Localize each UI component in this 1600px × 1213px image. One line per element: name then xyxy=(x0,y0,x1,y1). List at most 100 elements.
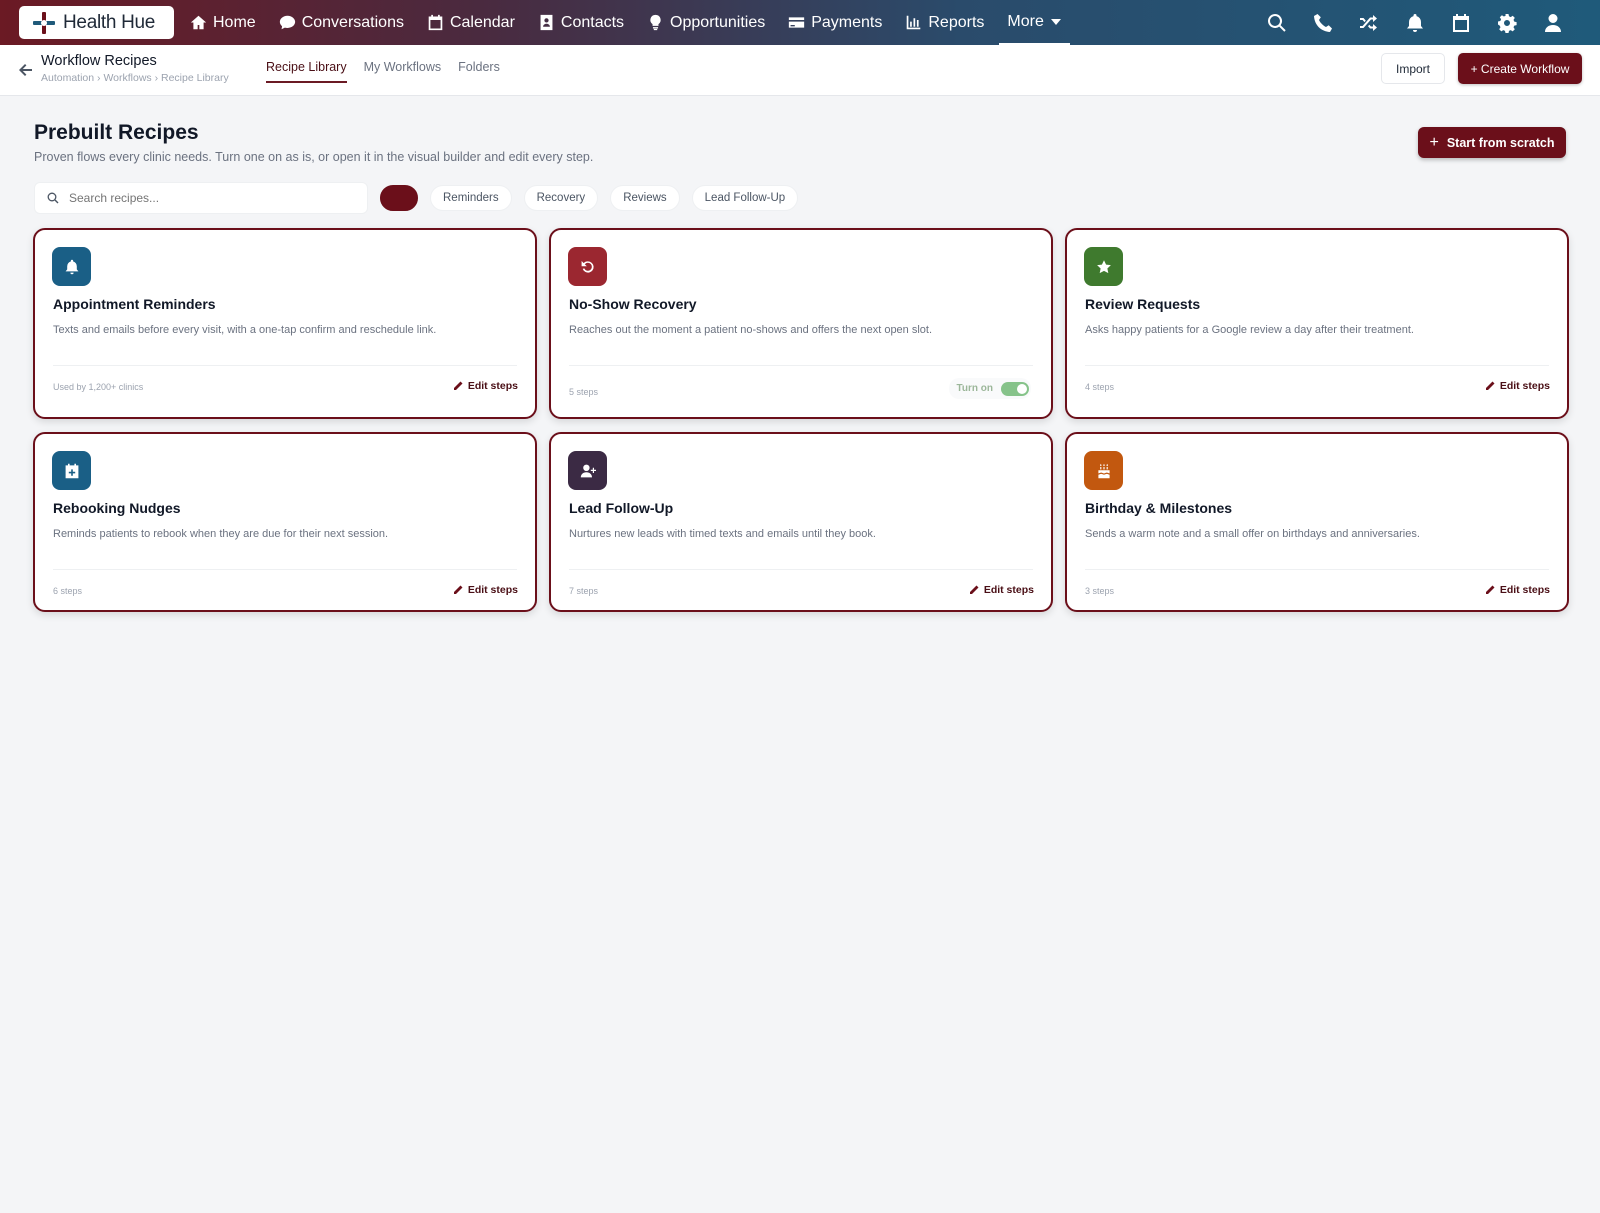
nav-label: Home xyxy=(213,13,256,31)
turn-on-label: Turn on xyxy=(956,383,993,394)
nav-label: Calendar xyxy=(449,13,515,31)
user-plus-icon xyxy=(580,464,596,477)
nav-item-opportunities[interactable]: Opportunities xyxy=(647,0,765,45)
card-divider xyxy=(1085,569,1549,570)
edit-steps-label: Edit steps xyxy=(1499,584,1550,596)
edit-steps-button[interactable]: Edit steps xyxy=(1485,380,1550,392)
import-button[interactable]: Import xyxy=(1381,53,1445,84)
gear-icon xyxy=(1498,13,1517,33)
tab-recipe-library[interactable]: Recipe Library xyxy=(266,45,347,83)
recipe-card[interactable]: Review Requests Asks happy patients for … xyxy=(1065,228,1569,419)
edit-steps-label: Edit steps xyxy=(467,584,518,596)
card-divider xyxy=(569,569,1033,570)
edit-steps-button[interactable]: Edit steps xyxy=(1485,584,1550,596)
user-icon xyxy=(1545,13,1561,32)
edit-steps-button[interactable]: Edit steps xyxy=(453,380,518,392)
pencil-icon xyxy=(1485,585,1495,594)
nav-item-calendar[interactable]: Calendar xyxy=(427,0,515,45)
recipe-description: Texts and emails before every visit, wit… xyxy=(53,324,437,336)
breadcrumb[interactable]: Automation › Workflows › Recipe Library xyxy=(41,72,229,84)
recipe-meta: 7 steps xyxy=(569,586,599,596)
start-from-scratch-label: Start from scratch xyxy=(1446,135,1555,150)
recipe-card[interactable]: Birthday & Milestones Sends a warm note … xyxy=(1065,432,1569,612)
recipe-title: Lead Follow-Up xyxy=(569,500,674,516)
page-header-title: Workflow Recipes xyxy=(41,53,157,69)
shuffle-icon xyxy=(1360,14,1377,31)
recipe-title: Review Requests xyxy=(1085,296,1201,312)
nav-label: More xyxy=(1007,12,1044,30)
home-icon xyxy=(190,15,207,30)
nav-item-payments[interactable]: Payments xyxy=(788,0,882,45)
nav-profile-button[interactable] xyxy=(1530,13,1576,33)
logo-icon xyxy=(33,11,55,34)
filter-chip-lead-follow-up[interactable]: Lead Follow-Up xyxy=(691,185,799,211)
back-arrow-icon[interactable] xyxy=(17,61,35,79)
tab-folders[interactable]: Folders xyxy=(458,45,500,83)
recipe-icon-tile xyxy=(1084,451,1123,490)
nav-more-menu[interactable]: More xyxy=(999,0,1070,45)
credit-card-icon xyxy=(789,17,805,28)
filter-chips: Reminders Recovery Reviews Lead Follow-U… xyxy=(380,185,810,211)
nav-notifications-button[interactable] xyxy=(1392,13,1438,33)
nav-label: Contacts xyxy=(560,13,625,31)
cake-icon xyxy=(1097,463,1110,478)
top-nav: Health Hue Home Conversations Calendar C… xyxy=(0,0,1600,45)
recipe-title: Rebooking Nudges xyxy=(53,500,181,516)
search-icon xyxy=(47,192,59,204)
edit-steps-label: Edit steps xyxy=(1499,380,1550,392)
filter-chip-recovery[interactable]: Recovery xyxy=(523,185,599,211)
recipe-icon-tile xyxy=(1084,247,1123,286)
filter-chip-reminders[interactable]: Reminders xyxy=(430,185,512,211)
pencil-icon xyxy=(453,585,463,594)
nav-item-home[interactable]: Home xyxy=(190,0,256,45)
calendar-icon xyxy=(428,14,443,31)
filter-chip-reviews[interactable]: Reviews xyxy=(610,185,680,211)
edit-steps-button[interactable]: Edit steps xyxy=(969,584,1034,596)
nav-phone-button[interactable] xyxy=(1300,13,1346,33)
nav-label: Payments xyxy=(811,13,883,31)
recipe-icon-tile xyxy=(568,451,607,490)
nav-settings-button[interactable] xyxy=(1484,13,1530,33)
recipe-meta: 6 steps xyxy=(53,586,83,596)
recipe-description: Reaches out the moment a patient no-show… xyxy=(569,324,933,336)
nav-label: Opportunities xyxy=(670,13,766,31)
page-subtitle: Proven flows every clinic needs. Turn on… xyxy=(34,150,594,164)
star-icon xyxy=(1096,259,1111,273)
recipe-title: No-Show Recovery xyxy=(569,296,697,312)
recipe-meta: Used by 1,200+ clinics xyxy=(53,382,144,392)
nav-item-contacts[interactable]: Contacts xyxy=(538,0,624,45)
nav-item-conversations[interactable]: Conversations xyxy=(279,0,404,45)
nav-shuffle-button[interactable] xyxy=(1346,13,1392,33)
recipe-icon-tile xyxy=(52,247,91,286)
search-input[interactable] xyxy=(69,191,349,205)
toggle-switch[interactable] xyxy=(1001,381,1029,396)
app-logo[interactable]: Health Hue xyxy=(19,6,174,39)
recipe-icon-tile xyxy=(568,247,607,286)
nav-calendar-button[interactable] xyxy=(1438,13,1484,33)
tab-my-workflows[interactable]: My Workflows xyxy=(364,45,442,83)
nav-search-button[interactable] xyxy=(1254,13,1300,33)
bell-icon xyxy=(65,259,78,274)
recipe-card[interactable]: Rebooking Nudges Reminds patients to reb… xyxy=(33,432,537,612)
recipe-card[interactable]: Lead Follow-Up Nurtures new leads with t… xyxy=(549,432,1053,612)
recipe-card[interactable]: No-Show Recovery Reaches out the moment … xyxy=(549,228,1053,419)
edit-steps-button[interactable]: Edit steps xyxy=(453,584,518,596)
recipe-card[interactable]: Appointment Reminders Texts and emails b… xyxy=(33,228,537,419)
search-icon xyxy=(1268,13,1286,32)
filter-chip-active[interactable] xyxy=(380,185,418,211)
phone-icon xyxy=(1314,13,1332,32)
page-title: Prebuilt Recipes xyxy=(34,121,199,144)
nav-item-reports[interactable]: Reports xyxy=(905,0,984,45)
recipe-description: Reminds patients to rebook when they are… xyxy=(53,528,389,540)
edit-steps-label: Edit steps xyxy=(467,380,518,392)
undo-icon xyxy=(581,260,594,273)
recipe-description: Sends a warm note and a small offer on b… xyxy=(1085,528,1420,540)
create-workflow-button[interactable]: + Create Workflow xyxy=(1458,53,1582,84)
start-from-scratch-button[interactable]: + Start from scratch xyxy=(1418,127,1566,158)
plus-icon: + xyxy=(1429,133,1439,151)
turn-on-toggle[interactable]: Turn on xyxy=(948,378,1031,399)
bell-icon xyxy=(1407,13,1423,32)
lightbulb-icon xyxy=(650,14,661,31)
pencil-icon xyxy=(453,381,463,390)
nav-label: Conversations xyxy=(301,13,404,31)
